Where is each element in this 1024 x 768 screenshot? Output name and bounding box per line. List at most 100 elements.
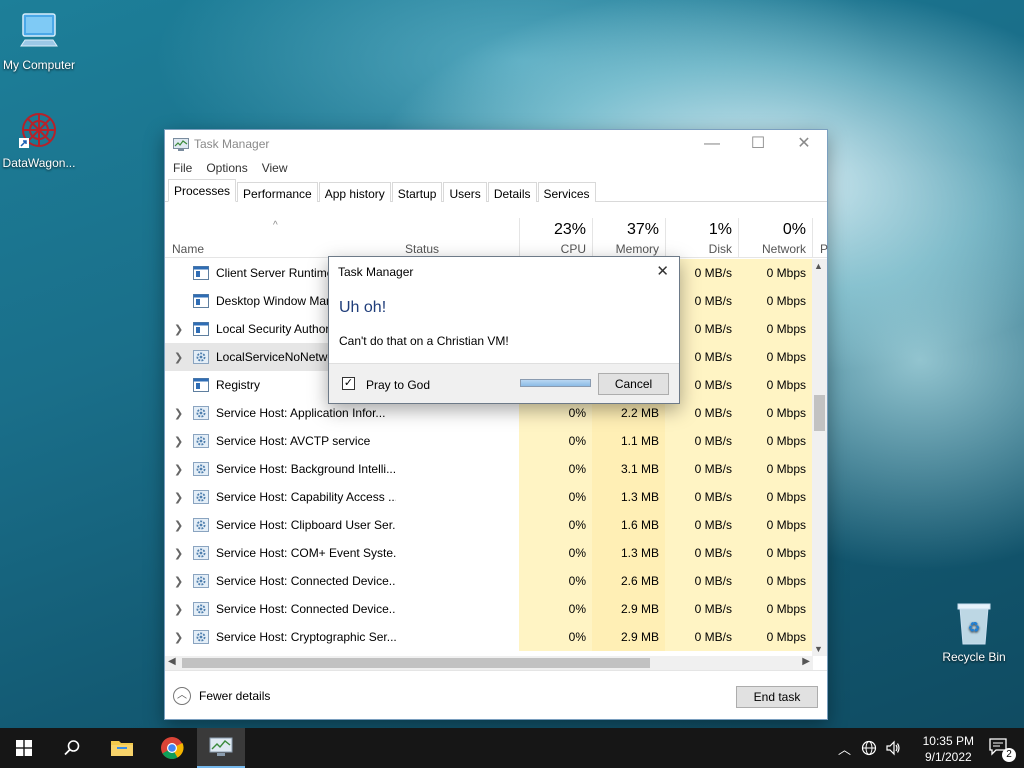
expand-chevron-icon[interactable]: ❯	[174, 519, 183, 532]
table-row[interactable]: ❯ Service Host: Background Intelli... 0% 3.…	[165, 455, 813, 483]
process-cpu: 0%	[519, 595, 592, 623]
volume-icon[interactable]	[885, 740, 901, 756]
table-row[interactable]: ❯ Service Host: Cryptographic Ser... 0% 2.9…	[165, 623, 813, 651]
column-name[interactable]: Name	[172, 242, 204, 256]
process-name: Service Host: COM+ Event Syste...	[216, 546, 396, 560]
horizontal-scrollbar[interactable]: ◀ ▶	[165, 656, 813, 670]
taskbar-task-manager[interactable]	[197, 728, 245, 768]
column-cpu[interactable]: 23% CPU	[519, 218, 592, 258]
pray-checkbox[interactable]: ✓	[342, 377, 355, 390]
desktop-icon-my-computer[interactable]: My Computer	[0, 10, 81, 72]
gear-icon	[193, 546, 209, 560]
clock-date: 9/1/2022	[924, 750, 972, 764]
sort-caret-icon[interactable]: ^	[273, 220, 278, 231]
minimize-button[interactable]: —	[689, 130, 735, 158]
taskbar-chrome[interactable]	[148, 728, 196, 768]
notification-center-button[interactable]: 2	[988, 736, 1016, 762]
title-bar[interactable]: Task Manager — ☐ ✕	[165, 130, 827, 158]
start-button[interactable]	[0, 728, 48, 768]
column-disk[interactable]: 1% Disk	[665, 218, 738, 258]
expand-chevron-icon[interactable]: ❯	[174, 463, 183, 476]
desktop-icon-recycle-bin[interactable]: ♻ Recycle Bin	[932, 600, 1016, 664]
column-header: ^ Name Status 23% CPU 37% Memory 1% Disk…	[165, 218, 829, 258]
expand-chevron-icon[interactable]: ❯	[174, 603, 183, 616]
taskbar-clock[interactable]: 10:35 PM 9/1/2022	[923, 733, 974, 765]
process-memory: 2.6 MB	[592, 567, 665, 595]
process-memory: 2.9 MB	[592, 595, 665, 623]
menu-bar: File Options View	[165, 158, 827, 180]
process-network: 0 Mbps	[738, 511, 812, 539]
tab-details[interactable]: Details	[487, 182, 537, 202]
window-title: Task Manager	[194, 137, 270, 151]
process-cpu: 0%	[519, 483, 592, 511]
process-disk: 0 MB/s	[665, 595, 738, 623]
network-globe-icon[interactable]	[861, 740, 877, 756]
search-icon	[64, 740, 80, 756]
taskbar: ︿ 10:35 PM 9/1/2022 2	[0, 728, 1024, 768]
task-manager-icon	[173, 138, 189, 151]
process-network: 0 Mbps	[738, 427, 812, 455]
expand-chevron-icon[interactable]: ❯	[174, 435, 183, 448]
column-status[interactable]: Status	[405, 242, 439, 256]
expand-chevron-icon[interactable]: ❯	[174, 547, 183, 560]
process-network: 0 Mbps	[738, 483, 812, 511]
end-task-button[interactable]: End task	[736, 686, 818, 708]
scroll-down-arrow-icon[interactable]: ▼	[814, 644, 823, 654]
cpu-label: CPU	[560, 242, 586, 256]
tab-performance[interactable]: Performance	[237, 182, 318, 202]
fewer-details-link[interactable]: ︿ Fewer details	[173, 687, 270, 705]
dialog-close-icon[interactable]: ✕	[656, 262, 669, 280]
scroll-left-arrow-icon[interactable]: ◀	[168, 656, 176, 667]
process-cpu: 0%	[519, 427, 592, 455]
expand-chevron-icon[interactable]: ❯	[174, 323, 183, 336]
column-power-partial[interactable]: P	[812, 218, 829, 258]
table-row[interactable]: ❯ Service Host: COM+ Event Syste... 0% 1.3 …	[165, 539, 813, 567]
pray-checkbox-label[interactable]: Pray to God	[366, 378, 430, 392]
memory-percent: 37%	[626, 221, 659, 238]
tab-users[interactable]: Users	[443, 182, 487, 202]
show-hidden-icons-chevron-icon[interactable]: ︿	[838, 739, 851, 758]
tab-startup[interactable]: Startup	[391, 182, 443, 202]
horizontal-scroll-thumb[interactable]	[182, 658, 650, 668]
taskbar-file-explorer[interactable]	[98, 728, 146, 768]
cpu-percent: 23%	[553, 221, 586, 238]
expand-chevron-icon[interactable]: ❯	[174, 491, 183, 504]
table-row[interactable]: ❯ Service Host: AVCTP service 0% 1.1 MB 0 MB…	[165, 427, 813, 455]
process-network: 0 Mbps	[738, 287, 812, 315]
menu-view[interactable]: View	[260, 158, 294, 180]
scroll-up-arrow-icon[interactable]: ▲	[814, 261, 823, 271]
process-name: Service Host: Connected Device...	[216, 602, 396, 616]
table-row[interactable]: ❯ Service Host: Connected Device... 0% 2.9 …	[165, 595, 813, 623]
expand-chevron-icon[interactable]: ❯	[174, 351, 183, 364]
table-row[interactable]: ❯ Service Host: Capability Access ... 0% 1.…	[165, 483, 813, 511]
tab-app-history[interactable]: App history	[318, 182, 391, 202]
search-button[interactable]	[48, 728, 96, 768]
maximize-button[interactable]: ☐	[735, 130, 781, 158]
process-name: Service Host: Capability Access ...	[216, 490, 396, 504]
scroll-right-arrow-icon[interactable]: ▶	[802, 656, 810, 667]
tab-services[interactable]: Services	[537, 182, 596, 202]
table-row[interactable]: ❯ Service Host: Clipboard User Ser... 0% 1.…	[165, 511, 813, 539]
close-button[interactable]: ✕	[781, 130, 827, 158]
process-cpu: 0%	[519, 511, 592, 539]
footer-bar: ︿ Fewer details End task	[165, 670, 827, 719]
menu-options[interactable]: Options	[204, 158, 253, 180]
network-label: Network	[761, 242, 806, 256]
tab-processes[interactable]: Processes	[168, 179, 237, 202]
expand-chevron-icon[interactable]: ❯	[174, 575, 183, 588]
expand-chevron-icon[interactable]: ❯	[174, 407, 183, 420]
desktop-icon-datawagon[interactable]: DataWagon...	[0, 108, 81, 170]
chrome-icon	[161, 737, 184, 759]
process-memory: 1.1 MB	[592, 427, 665, 455]
menu-file[interactable]: File	[171, 158, 198, 180]
vertical-scroll-thumb[interactable]	[814, 395, 825, 431]
cancel-button[interactable]: Cancel	[598, 373, 669, 395]
vertical-scrollbar[interactable]: ▲ ▼	[812, 259, 827, 656]
expand-chevron-icon[interactable]: ❯	[174, 631, 183, 644]
column-memory[interactable]: 37% Memory	[592, 218, 665, 258]
table-row[interactable]: ❯ Service Host: Connected Device... 0% 2.6 …	[165, 567, 813, 595]
disk-percent: 1%	[708, 221, 732, 238]
desktop-icon-label: My Computer	[2, 58, 76, 72]
power-label-partial: P	[820, 242, 829, 256]
column-network[interactable]: 0% Network	[738, 218, 812, 258]
